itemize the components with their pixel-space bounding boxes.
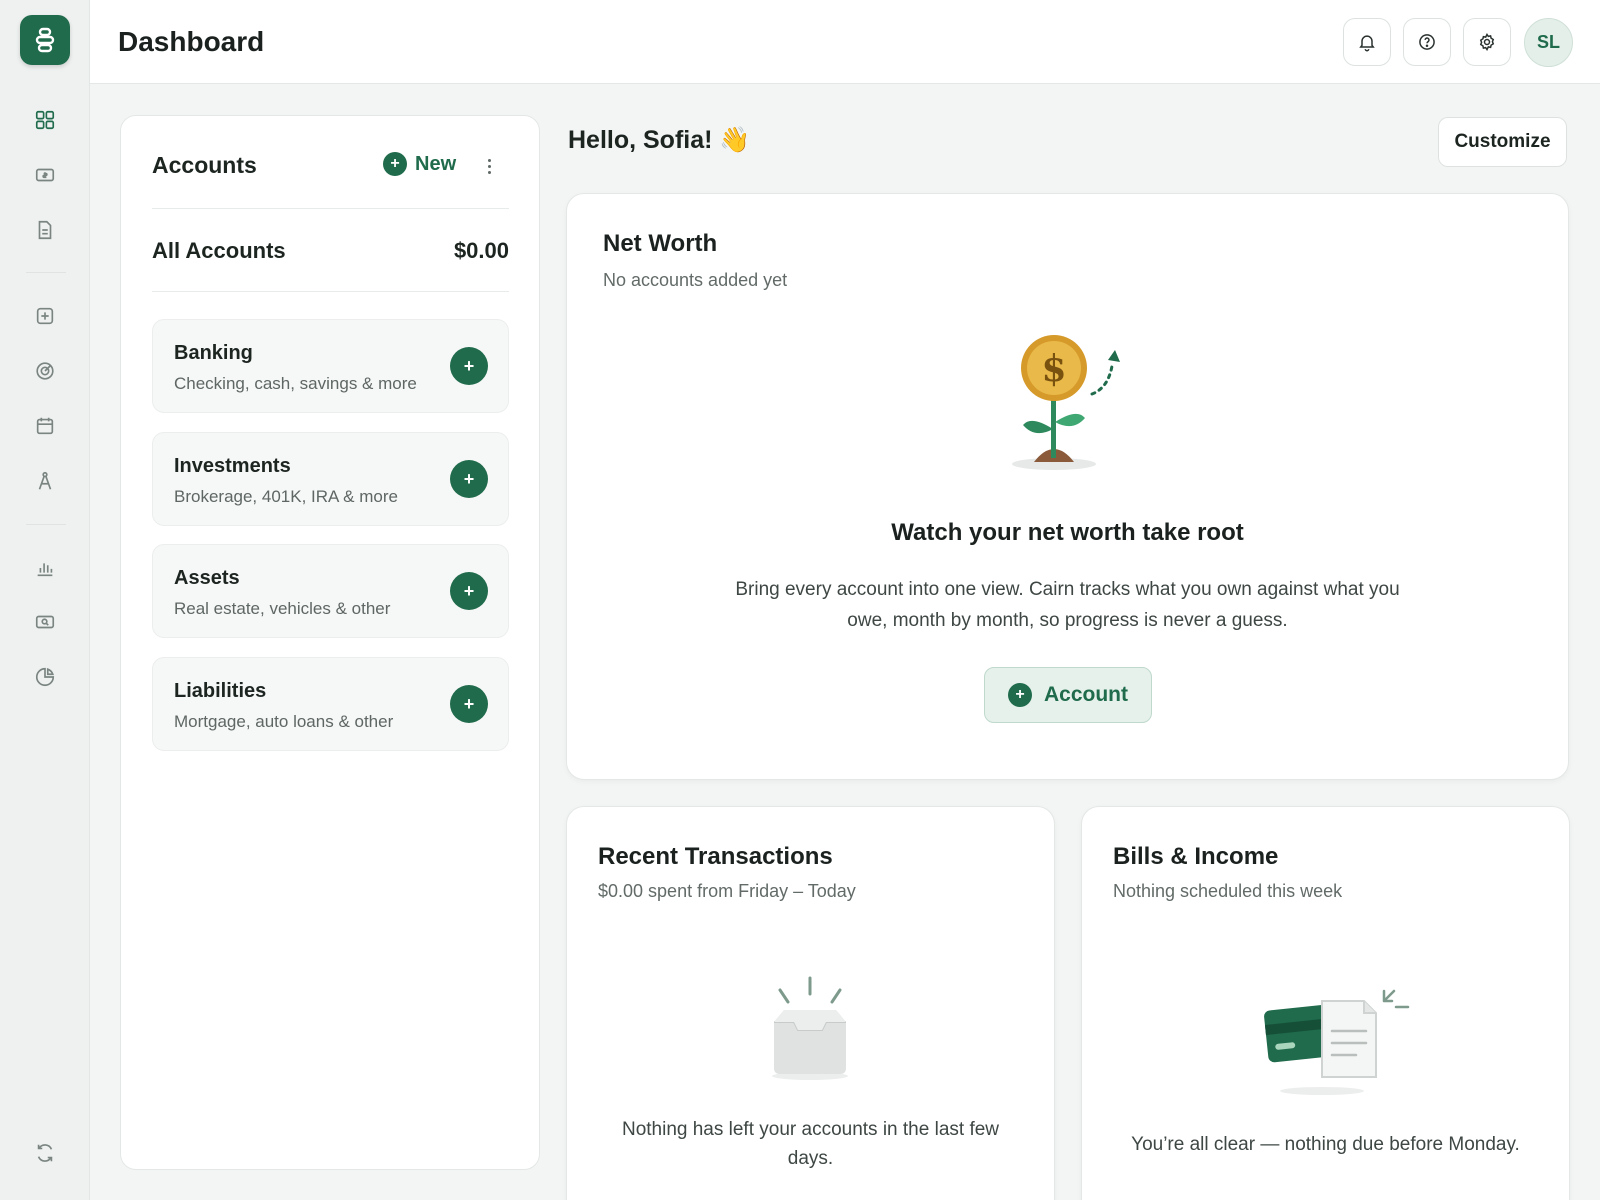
page-title: Dashboard — [118, 26, 265, 57]
nav-analytics[interactable] — [25, 548, 65, 588]
nav-transactions[interactable] — [25, 155, 65, 195]
accounts-title: Accounts — [152, 152, 257, 178]
dashboard-icon — [35, 110, 55, 130]
nav-sync[interactable] — [25, 1133, 65, 1173]
user-avatar[interactable]: SL — [1524, 18, 1573, 67]
add-square-icon — [36, 307, 54, 325]
transactions-empty-line1: Nothing has left your accounts in the la… — [621, 1119, 1000, 1140]
transactions-title: Recent Transactions — [598, 843, 833, 870]
greeting: Hello, Sofia! 👋 — [568, 126, 751, 154]
category-description: Brokerage, 401K, IRA & more — [174, 487, 398, 506]
nav-plan[interactable] — [25, 461, 65, 501]
top-header: Dashboard SL — [90, 0, 1600, 84]
account-category-investments[interactable]: Investments Brokerage, 401K, IRA & more … — [152, 432, 509, 526]
nav-add[interactable] — [25, 296, 65, 336]
category-name: Liabilities — [174, 680, 267, 702]
bar-chart-icon — [37, 563, 53, 577]
target-icon — [36, 362, 54, 380]
svg-text:$: $ — [1041, 348, 1066, 390]
bills-income-card: Bills & Income Nothing scheduled this we… — [1081, 806, 1570, 1200]
add-banking-button[interactable]: + — [450, 347, 488, 385]
net-worth-card: Net Worth No accounts added yet $ Watch … — [566, 193, 1569, 780]
nav-calendar[interactable] — [25, 406, 65, 446]
sync-icon — [37, 1144, 53, 1162]
customize-button[interactable]: Customize — [1438, 117, 1567, 167]
pie-chart-icon — [35, 667, 55, 687]
divider — [152, 208, 509, 209]
net-worth-subtitle: No accounts added yet — [603, 270, 788, 290]
account-category-banking[interactable]: Banking Checking, cash, savings & more + — [152, 319, 509, 413]
category-name: Banking — [174, 342, 253, 364]
nav-divider — [26, 524, 66, 525]
nav-reports[interactable] — [25, 210, 65, 250]
plus-icon: + — [383, 152, 407, 176]
money-plant-illustration: $ — [1012, 335, 1120, 470]
net-worth-body-line1: Bring every account into one view. Cairn… — [735, 579, 1400, 600]
bills-empty-text: You’re all clear — nothing due before Mo… — [1131, 1134, 1520, 1155]
account-category-assets[interactable]: Assets Real estate, vehicles & other + — [152, 544, 509, 638]
cairn-logo-icon — [35, 27, 55, 53]
accounts-panel: Accounts + New All Accounts $0.00 Bankin… — [120, 115, 540, 1170]
nav-divider — [26, 272, 66, 273]
bills-subtitle: Nothing scheduled this week — [1113, 881, 1343, 901]
bills-title: Bills & Income — [1113, 843, 1279, 870]
settings-button[interactable] — [1463, 18, 1511, 66]
plus-icon: + — [1008, 683, 1032, 707]
gear-icon — [1479, 33, 1495, 51]
help-button[interactable] — [1403, 18, 1451, 66]
add-investments-button[interactable]: + — [450, 460, 488, 498]
category-description: Real estate, vehicles & other — [174, 599, 391, 618]
new-label: New — [415, 152, 457, 175]
add-account-label: Account — [1044, 683, 1128, 706]
document-icon — [38, 220, 52, 240]
add-liabilities-button[interactable]: + — [450, 685, 488, 723]
bill-card-illustration — [1264, 989, 1410, 1095]
nav-investments[interactable] — [25, 602, 65, 642]
net-worth-heading: Watch your net worth take root — [891, 519, 1244, 546]
category-description: Checking, cash, savings & more — [174, 374, 417, 393]
nav-dashboard[interactable] — [25, 100, 65, 140]
notifications-button[interactable] — [1343, 18, 1391, 66]
app-logo[interactable] — [20, 15, 70, 65]
transactions-subtitle: $0.00 spent from Friday – Today — [598, 881, 856, 901]
net-worth-title: Net Worth — [603, 230, 718, 257]
bell-icon — [1359, 35, 1375, 52]
category-description: Mortgage, auto loans & other — [174, 712, 394, 731]
nav-budget[interactable] — [25, 657, 65, 697]
empty-tray-icon — [772, 976, 848, 1080]
add-account-button[interactable]: + Account — [984, 667, 1152, 723]
account-category-liabilities[interactable]: Liabilities Mortgage, auto loans & other… — [152, 657, 509, 751]
add-assets-button[interactable]: + — [450, 572, 488, 610]
nav-goals[interactable] — [25, 351, 65, 391]
recent-transactions-card: Recent Transactions $0.00 spent from Fri… — [566, 806, 1055, 1200]
compass-icon — [38, 471, 52, 490]
search-money-icon — [35, 615, 55, 629]
net-worth-body-line2: owe, month by month, so progress is neve… — [847, 610, 1288, 631]
divider — [152, 291, 509, 292]
category-name: Investments — [174, 455, 291, 477]
transactions-empty-line2: days. — [787, 1148, 834, 1169]
all-accounts-amount: $0.00 — [453, 238, 509, 263]
calendar-icon — [36, 417, 54, 435]
money-icon — [35, 168, 55, 182]
category-name: Assets — [174, 567, 240, 589]
new-account-button[interactable]: + New — [383, 152, 456, 176]
sidebar — [0, 0, 90, 1200]
help-icon — [1419, 34, 1435, 50]
all-accounts-label[interactable]: All Accounts — [152, 238, 286, 264]
more-options-icon[interactable] — [479, 154, 499, 178]
